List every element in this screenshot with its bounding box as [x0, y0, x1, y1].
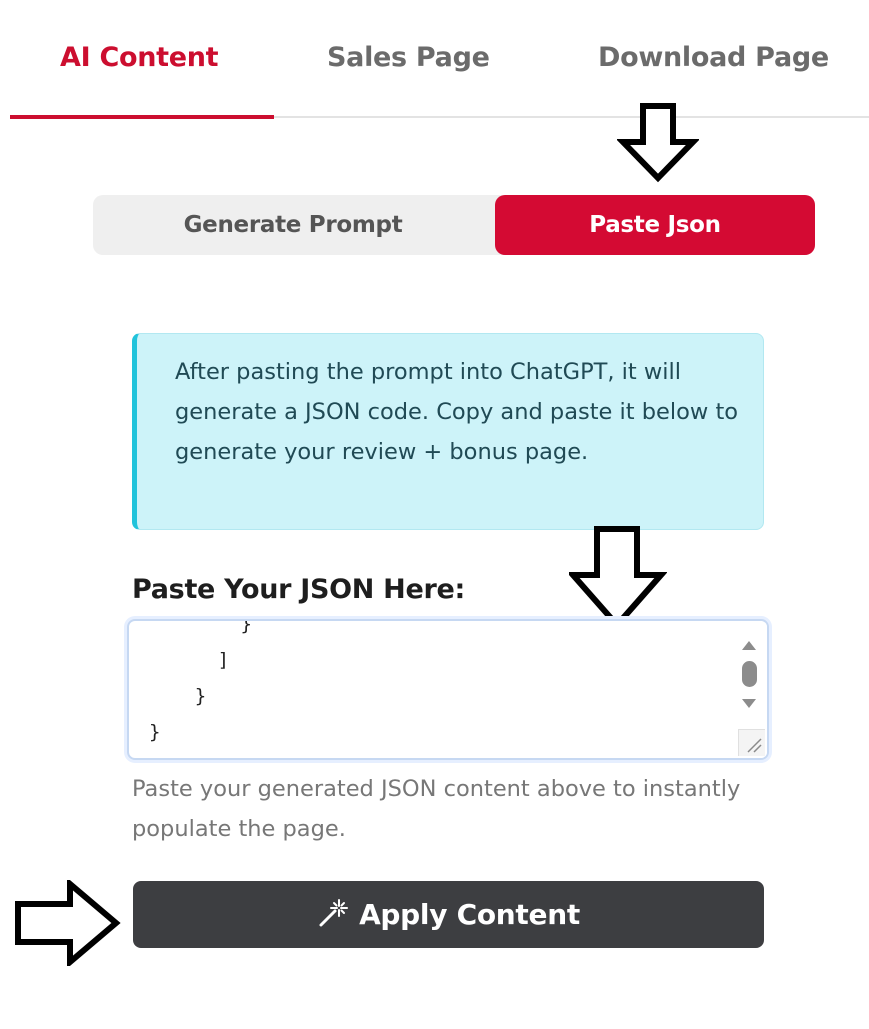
tab-sales-page[interactable]: Sales Page	[327, 38, 490, 78]
paste-json-button[interactable]: Paste Json	[495, 195, 815, 255]
json-field-label: Paste Your JSON Here:	[132, 574, 466, 605]
magic-wand-icon	[319, 899, 349, 927]
tab-ai-content[interactable]: AI Content	[60, 38, 219, 78]
scroll-down-icon[interactable]	[742, 699, 756, 708]
apply-content-button[interactable]: Apply Content	[133, 881, 764, 948]
json-help-text: Paste your generated JSON content above …	[132, 776, 741, 842]
resize-handle-icon[interactable]	[738, 729, 765, 756]
apply-content-button-inner: Apply Content	[133, 881, 764, 948]
active-tab-indicator	[10, 115, 274, 119]
down-arrow-annotation-icon	[617, 103, 699, 183]
content-mode-toggle: Generate Prompt Paste Json	[93, 195, 815, 255]
page-tabs: AI Content Sales Page Download Page	[10, 0, 869, 119]
json-textarea-value: } ] } }	[149, 621, 252, 743]
scroll-thumb[interactable]	[742, 661, 757, 687]
info-alert: After pasting the prompt into ChatGPT, i…	[132, 333, 764, 530]
apply-content-label: Apply Content	[359, 898, 580, 931]
down-arrow-annotation-icon	[569, 526, 667, 630]
scroll-up-icon[interactable]	[742, 641, 756, 650]
json-textarea-content[interactable]: } ] } }	[129, 621, 729, 758]
right-arrow-annotation-icon	[15, 880, 121, 966]
generate-prompt-button[interactable]: Generate Prompt	[93, 195, 493, 255]
tab-download-page[interactable]: Download Page	[598, 38, 829, 78]
json-textarea[interactable]: } ] } }	[127, 619, 769, 760]
